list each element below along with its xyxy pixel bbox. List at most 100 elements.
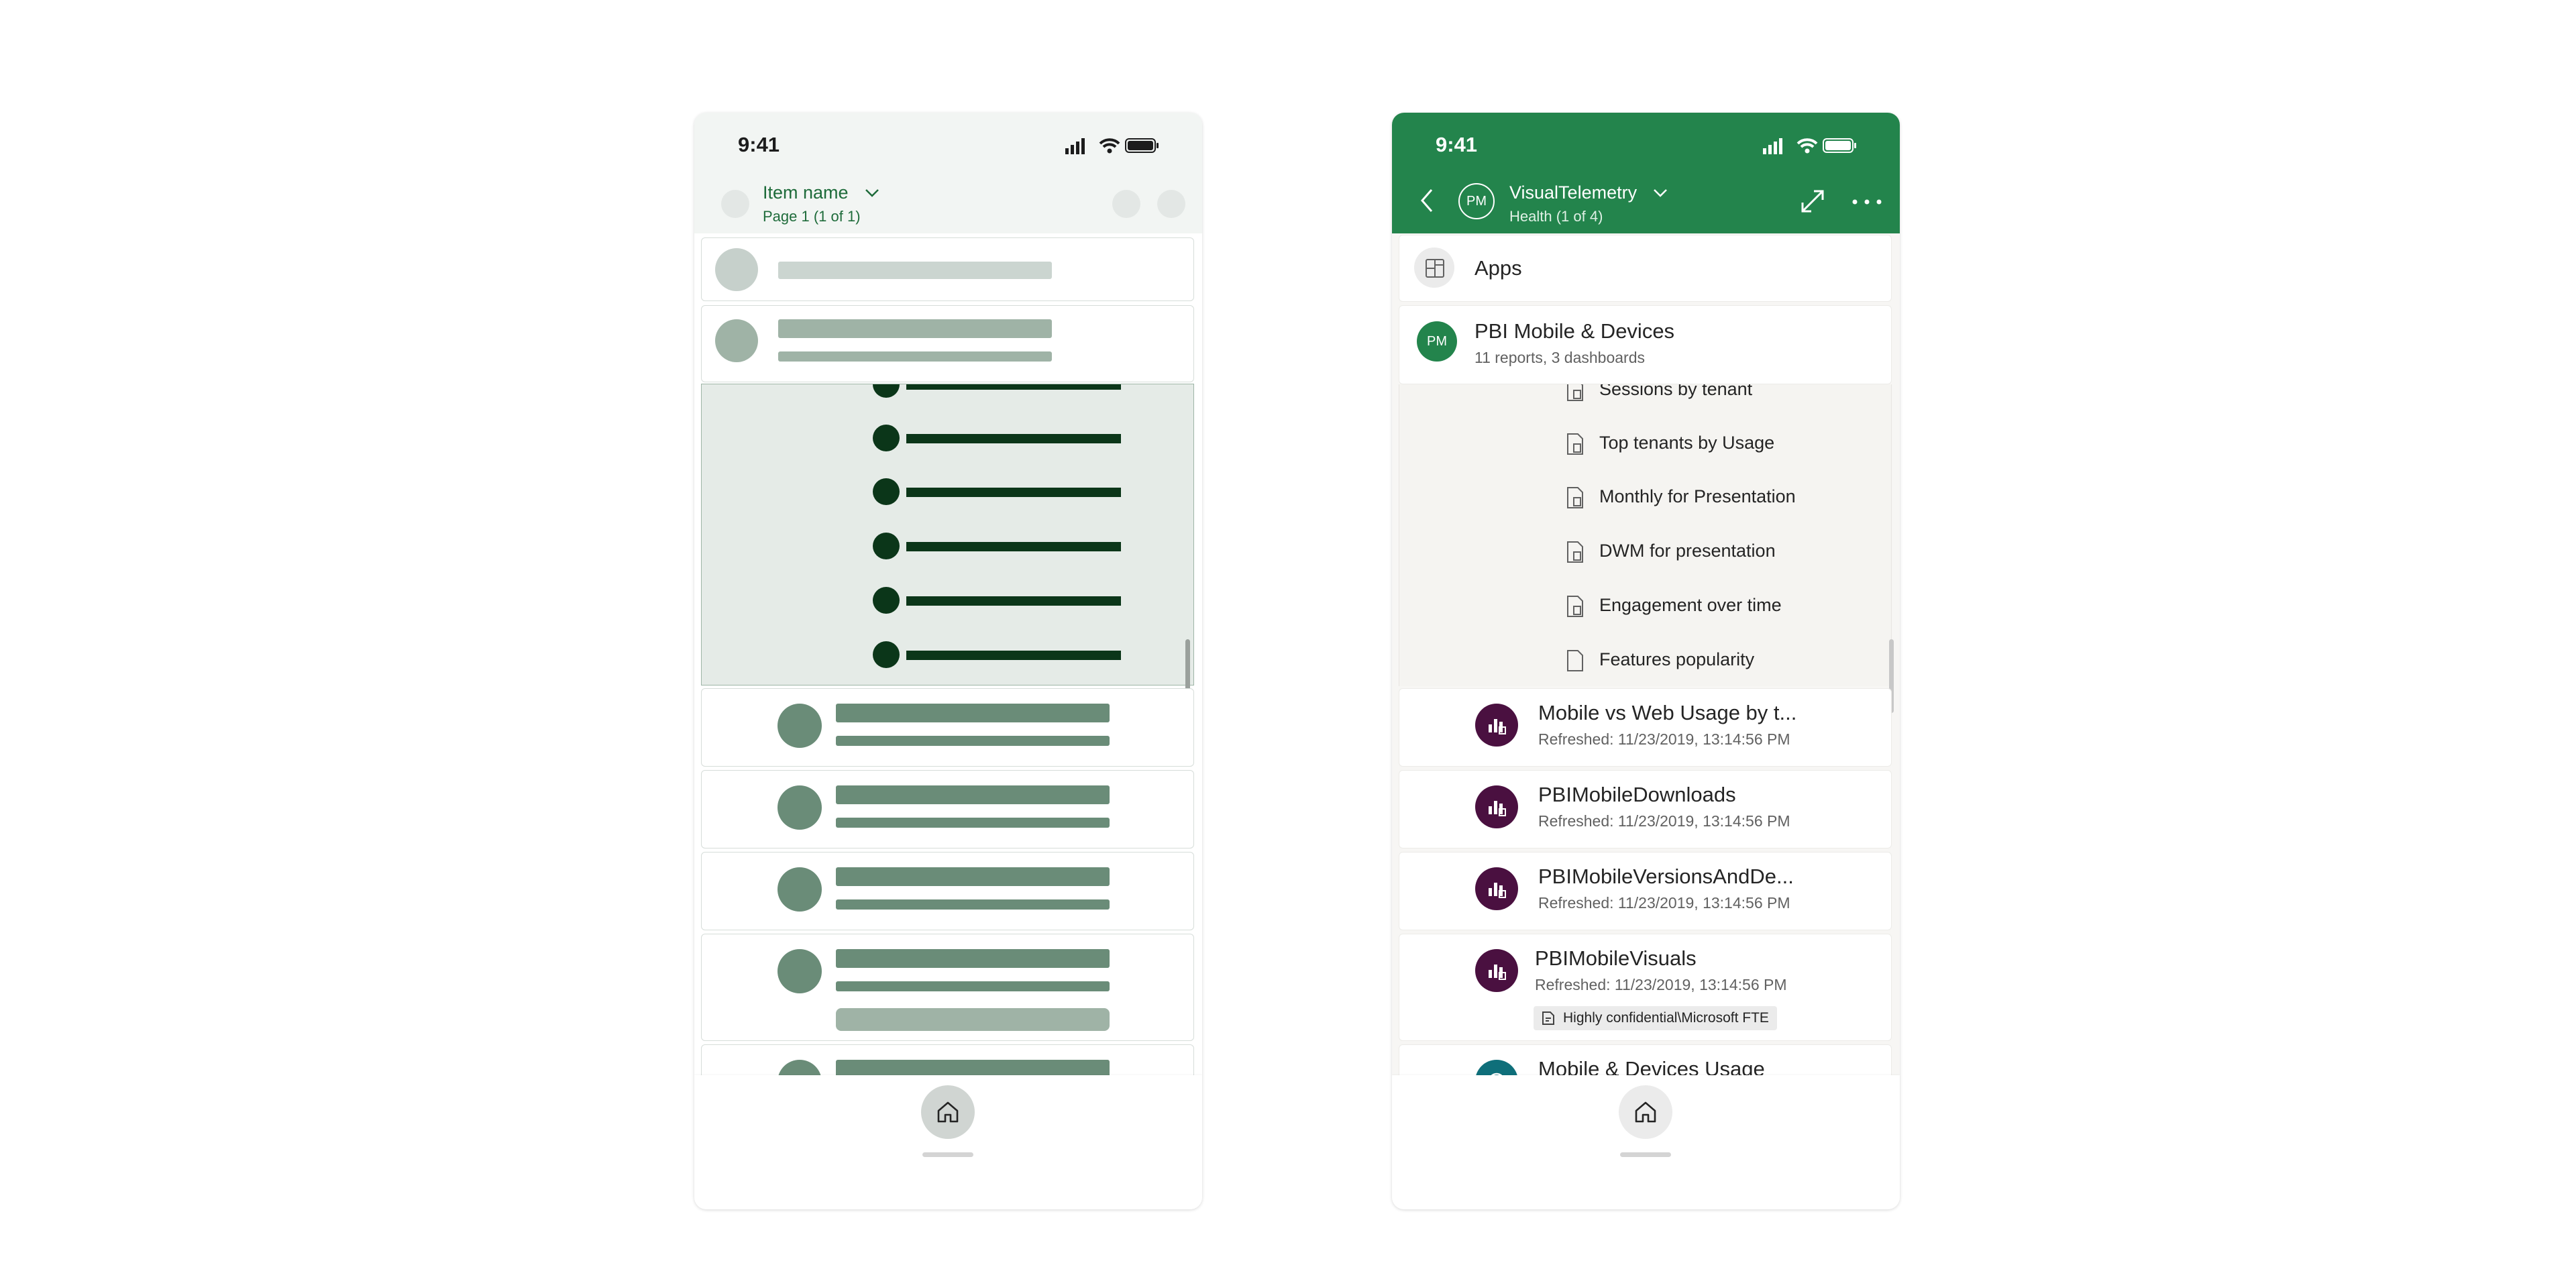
app-expanded-list: Sessions by tenant Top tenants by Usage … <box>1399 384 1892 686</box>
home-indicator <box>1620 1152 1671 1157</box>
placeholder-avatar <box>777 949 822 993</box>
sub-item-label: Engagement over time <box>1599 595 1782 615</box>
wire-card[interactable] <box>701 934 1194 1041</box>
placeholder-line <box>836 785 1110 804</box>
report-title: PBIMobileDownloads <box>1538 783 1736 806</box>
home-button[interactable] <box>1619 1085 1672 1139</box>
placeholder-item[interactable] <box>873 533 1121 559</box>
report-card[interactable]: Mobile vs Web Usage by t... Refreshed: 1… <box>1399 688 1892 767</box>
wire-card[interactable] <box>701 770 1194 848</box>
report-title: Mobile vs Web Usage by t... <box>1538 701 1797 724</box>
placeholder-line <box>836 736 1110 746</box>
wire-status-bar: 9:41 <box>694 113 1202 180</box>
wire-card[interactable] <box>701 305 1194 382</box>
placeholder-tag <box>836 1008 1110 1031</box>
avatar-initials: PM <box>1466 193 1487 209</box>
report-icon <box>1475 949 1518 992</box>
placeholder-line <box>836 704 1110 722</box>
report-card[interactable]: PBIMobileVersionsAndDe... Refreshed: 11/… <box>1399 852 1892 930</box>
status-time: 9:41 <box>1436 133 1478 156</box>
sub-item-label: Monthly for Presentation <box>1599 486 1796 506</box>
chevron-down-icon[interactable] <box>1652 188 1668 199</box>
wire-card[interactable] <box>701 237 1194 301</box>
app-initials: PM <box>1427 333 1447 349</box>
report-refreshed: Refreshed: 11/23/2019, 13:14:56 PM <box>1535 976 1787 993</box>
more-icon[interactable] <box>1851 199 1882 205</box>
report-page-icon <box>1567 384 1583 401</box>
status-time: 9:41 <box>738 133 780 156</box>
header-title[interactable]: VisualTelemetry <box>1509 182 1637 203</box>
placeholder-line <box>778 262 1052 279</box>
app-card[interactable]: PM PBI Mobile & Devices 11 reports, 3 da… <box>1399 305 1892 384</box>
status-icons <box>1065 138 1159 154</box>
wire-card[interactable] <box>701 688 1194 767</box>
app-title: PBI Mobile & Devices <box>1474 319 1675 343</box>
home-button[interactable] <box>921 1085 975 1139</box>
report-icon <box>1475 867 1518 910</box>
report-icon <box>1475 704 1518 747</box>
page-icon <box>1567 650 1583 671</box>
report-page-icon <box>1567 596 1583 617</box>
report-title: PBIMobileVersionsAndDe... <box>1538 865 1794 888</box>
report-page-icon <box>1567 433 1583 455</box>
placeholder-line <box>778 351 1052 362</box>
sub-item-label: Top tenants by Usage <box>1599 433 1775 453</box>
placeholder-item[interactable] <box>873 384 1121 398</box>
header-title[interactable]: Item name <box>763 182 849 203</box>
sub-item-label: DWM for presentation <box>1599 541 1776 561</box>
wire-card[interactable] <box>701 852 1194 930</box>
report-page-icon <box>1567 487 1583 508</box>
sensitivity-label: Highly confidential\Microsoft FTE <box>1534 1006 1777 1030</box>
placeholder-avatar <box>777 785 822 830</box>
placeholder-item[interactable] <box>873 425 1121 451</box>
home-indicator <box>922 1152 973 1157</box>
placeholder-avatar <box>715 319 758 362</box>
placeholder-avatar <box>715 248 758 291</box>
header-subtitle: Page 1 (1 of 1) <box>763 208 861 225</box>
expand-icon[interactable] <box>1799 188 1826 215</box>
apps-icon <box>1426 259 1444 278</box>
report-title: PBIMobileVisuals <box>1535 946 1697 970</box>
wire-expanded-list <box>701 384 1194 686</box>
wireframe-phone: 9:41 Item name Page 1 (1 of 1) <box>694 113 1202 1209</box>
app-subtitle: 11 reports, 3 dashboards <box>1474 349 1646 366</box>
placeholder-line <box>836 867 1110 886</box>
placeholder-avatar <box>777 704 822 748</box>
home-icon <box>937 1101 959 1123</box>
placeholder-icon <box>721 190 749 218</box>
report-icon <box>1475 785 1518 828</box>
report-refreshed: Refreshed: 11/23/2019, 13:14:56 PM <box>1538 894 1790 912</box>
placeholder-line <box>836 981 1110 991</box>
header-subtitle: Health (1 of 4) <box>1509 208 1603 225</box>
bottom-nav <box>694 1075 1202 1169</box>
placeholder-item[interactable] <box>873 587 1121 614</box>
placeholder-line <box>836 949 1110 968</box>
bottom-nav <box>1392 1075 1900 1169</box>
placeholder-item[interactable] <box>873 478 1121 505</box>
app-avatar: PM <box>1417 321 1457 362</box>
page-bottom <box>694 1169 1202 1209</box>
report-card[interactable]: PBIMobileVisuals Refreshed: 11/23/2019, … <box>1399 934 1892 1041</box>
workspace-avatar[interactable]: PM <box>1458 183 1495 219</box>
report-refreshed: Refreshed: 11/23/2019, 13:14:56 PM <box>1538 812 1790 830</box>
chevron-down-icon[interactable] <box>864 188 880 199</box>
status-icons <box>1763 138 1856 154</box>
chevron-left-icon[interactable] <box>1419 187 1435 214</box>
placeholder-icon <box>1157 190 1185 218</box>
sensitivity-label-text: Highly confidential\Microsoft FTE <box>1563 1010 1769 1026</box>
report-card[interactable]: PBIMobileDownloads Refreshed: 11/23/2019… <box>1399 770 1892 848</box>
placeholder-icon <box>1112 190 1140 218</box>
apps-label: Apps <box>1474 256 1522 280</box>
home-icon <box>1635 1101 1656 1123</box>
placeholder-line <box>836 818 1110 828</box>
app-status-bar: 9:41 <box>1392 113 1900 180</box>
placeholder-line <box>778 319 1052 338</box>
page-bottom <box>1392 1169 1900 1209</box>
report-refreshed: Refreshed: 11/23/2019, 13:14:56 PM <box>1538 730 1790 748</box>
app-phone: 9:41 PM VisualTelemetry Health (1 of 4) … <box>1392 113 1900 1209</box>
apps-row[interactable]: Apps <box>1399 235 1892 302</box>
sub-item-label: Features popularity <box>1599 649 1755 669</box>
placeholder-item[interactable] <box>873 641 1121 668</box>
label-icon <box>1542 1011 1554 1025</box>
sub-item-label: Sessions by tenant <box>1599 384 1753 399</box>
